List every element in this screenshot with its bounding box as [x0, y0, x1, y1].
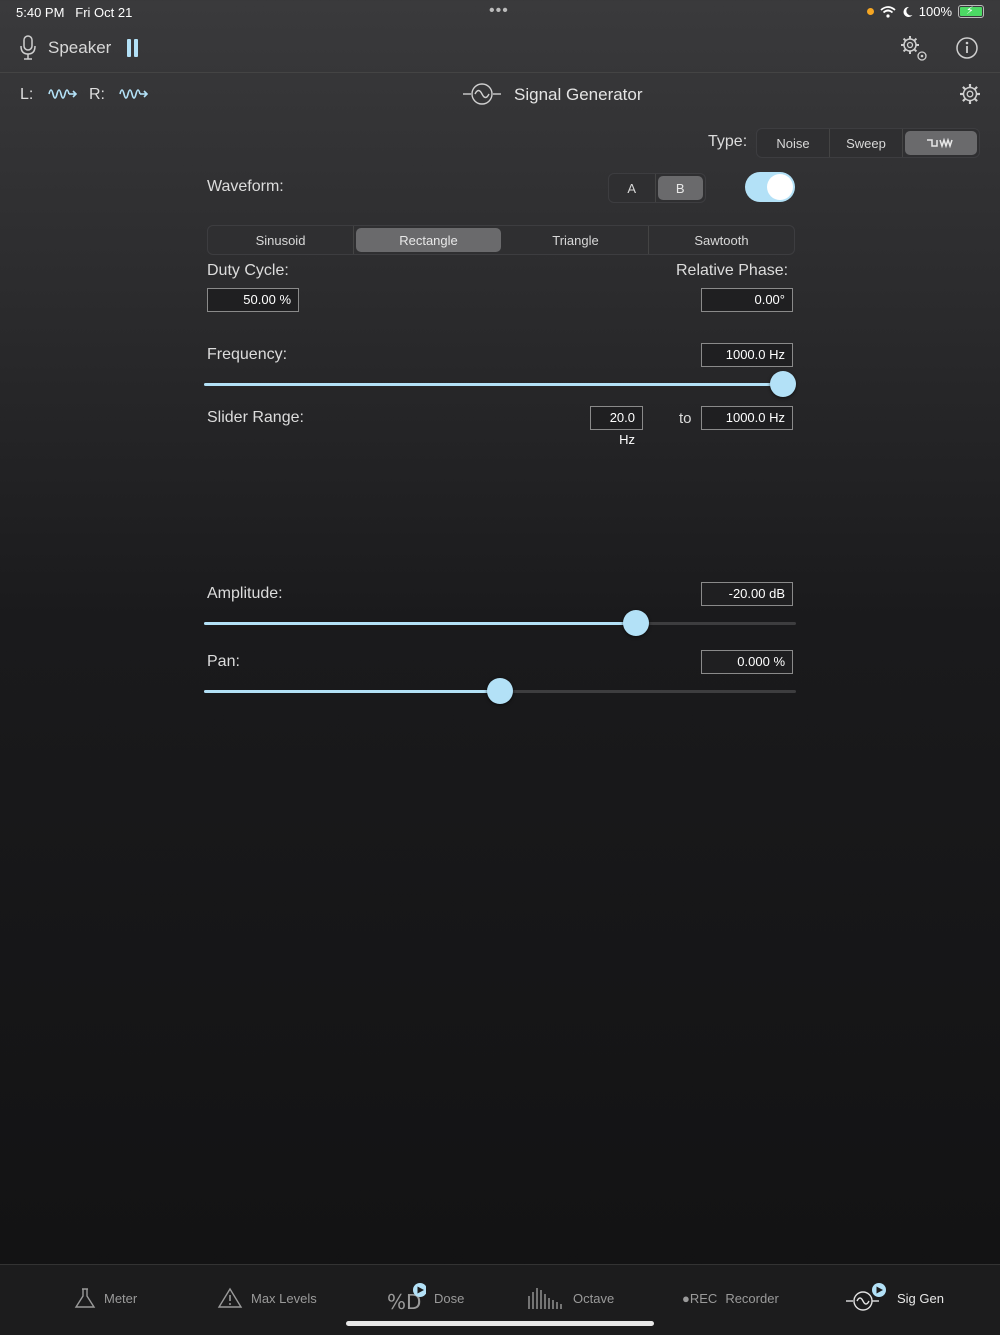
toggle-knob [767, 174, 793, 200]
relative-phase-label: Relative Phase: [676, 262, 789, 279]
shape-option-sinusoid[interactable]: Sinusoid [208, 226, 354, 254]
waveform-shape-segmented-control: Sinusoid Rectangle Triangle Sawtooth [207, 225, 795, 255]
tab-sig-gen[interactable]: Sig Gen [845, 1283, 944, 1313]
right-channel-label: R: [89, 86, 105, 103]
waveform-glyph-icon [927, 137, 953, 149]
pan-slider[interactable] [204, 678, 796, 704]
settings-gear-icon[interactable] [898, 34, 930, 64]
top-toolbar: Speaker [0, 24, 1000, 73]
signal-generator-header: L: R: Signal Generator [0, 72, 1000, 116]
waveform-a-option[interactable]: A [609, 174, 656, 202]
type-option-sweep[interactable]: Sweep [830, 129, 903, 157]
tab-label: Recorder [725, 1290, 779, 1306]
signal-generator-icon [463, 83, 501, 105]
tab-label: Meter [104, 1290, 138, 1306]
waveform-label: Waveform: [207, 178, 284, 195]
tab-max-levels[interactable]: Max Levels [217, 1283, 317, 1313]
type-segmented-control: Noise Sweep [756, 128, 980, 158]
amplitude-slider-thumb[interactable] [623, 610, 649, 636]
type-label: Type: [708, 133, 748, 150]
pan-slider-thumb[interactable] [487, 678, 513, 704]
wifi-icon [880, 5, 896, 18]
shape-option-triangle[interactable]: Triangle [503, 226, 649, 254]
slider-range-max-input[interactable]: 1000.0 Hz [701, 406, 793, 430]
frequency-slider-fill [204, 383, 783, 386]
pan-slider-fill [204, 690, 500, 693]
pause-icon[interactable] [126, 39, 140, 57]
warning-triangle-icon [217, 1287, 243, 1308]
tab-dose[interactable]: %D Dose [386, 1283, 464, 1313]
type-option-waveform[interactable] [905, 131, 977, 155]
pan-input[interactable]: 0.000 % [701, 650, 793, 674]
frequency-slider-thumb[interactable] [770, 371, 796, 397]
duty-cycle-input[interactable]: 50.00 % [207, 288, 299, 312]
page-title: Signal Generator [514, 85, 643, 104]
multitask-dots[interactable]: ••• [489, 2, 509, 20]
status-bar: 5:40 PM Fri Oct 21 ••• 100% ⚡ [0, 0, 1000, 24]
slider-range-min-input[interactable]: 20.0 Hz [590, 406, 643, 447]
tab-octave[interactable]: Octave [527, 1283, 614, 1313]
amplitude-input[interactable]: -20.00 dB [701, 582, 793, 606]
relative-phase-input[interactable]: 0.00° [701, 288, 793, 312]
right-channel-wave-icon[interactable] [119, 84, 149, 104]
waveform-enable-toggle[interactable] [745, 172, 795, 202]
duty-cycle-label: Duty Cycle: [207, 262, 289, 279]
tab-recorder[interactable]: ●REC Recorder [682, 1283, 779, 1313]
frequency-slider[interactable] [204, 371, 796, 397]
battery-icon: ⚡ [958, 5, 984, 18]
battery-percent: 100% [918, 4, 952, 19]
status-time: 5:40 PM Fri Oct 21 [16, 5, 133, 20]
frequency-input[interactable]: 1000.0 Hz [701, 343, 793, 367]
pan-label: Pan: [207, 653, 240, 670]
output-device-label[interactable]: Speaker [48, 38, 111, 58]
waveform-b-option[interactable]: B [657, 176, 703, 200]
flask-icon [74, 1288, 96, 1308]
tab-label: Dose [434, 1290, 465, 1306]
frequency-label: Frequency: [207, 346, 288, 363]
slider-range-to-label: to [679, 410, 692, 427]
amplitude-label: Amplitude: [207, 585, 283, 602]
sig-gen-icon [846, 1283, 886, 1311]
info-icon[interactable] [955, 36, 979, 60]
generator-settings-gear-icon[interactable] [958, 82, 982, 106]
tab-label: Octave [573, 1290, 615, 1306]
tab-label: Max Levels [251, 1290, 317, 1306]
home-indicator[interactable] [346, 1321, 654, 1326]
mic-icon[interactable] [18, 34, 38, 62]
waveform-ab-segmented-control: A B [608, 173, 706, 203]
left-channel-label: L: [20, 86, 34, 103]
status-right: 100% ⚡ [866, 4, 984, 19]
type-option-noise[interactable]: Noise [757, 129, 830, 157]
mic-in-use-indicator [866, 8, 874, 15]
moon-icon [903, 6, 913, 17]
dose-icon: %D [387, 1283, 426, 1313]
tab-label: Sig Gen [897, 1290, 944, 1306]
left-channel-wave-icon[interactable] [48, 84, 78, 104]
octave-bars-icon [528, 1288, 562, 1309]
amplitude-slider[interactable] [204, 610, 796, 636]
amplitude-slider-fill [204, 622, 636, 625]
rec-icon: ●REC [682, 1290, 718, 1306]
tab-meter[interactable]: Meter [74, 1283, 137, 1313]
shape-option-rectangle[interactable]: Rectangle [356, 228, 501, 252]
shape-option-sawtooth[interactable]: Sawtooth [649, 226, 794, 254]
slider-range-label: Slider Range: [207, 409, 304, 426]
